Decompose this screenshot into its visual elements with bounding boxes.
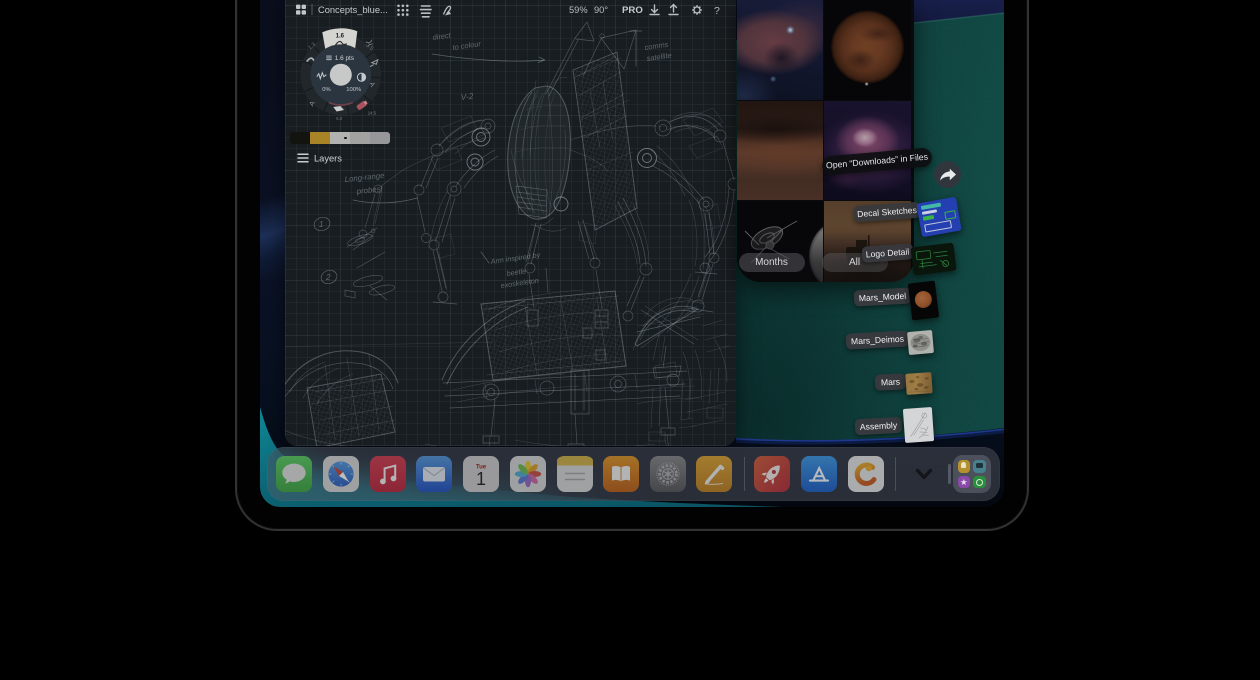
svg-text:6.3: 6.3 xyxy=(336,116,342,121)
svg-text:90°: 90° xyxy=(594,5,608,15)
svg-text:Long-range: Long-range xyxy=(344,171,385,184)
svg-text:1: 1 xyxy=(319,220,323,229)
svg-text:comms: comms xyxy=(644,40,669,52)
svg-text:Arm inspired by: Arm inspired by xyxy=(489,250,541,266)
svg-text:PRO: PRO xyxy=(622,5,643,16)
svg-text:direct: direct xyxy=(432,30,452,42)
svg-text:beetle: beetle xyxy=(506,266,527,278)
svg-text:Concepts_blue...: Concepts_blue... xyxy=(318,5,388,15)
svg-text:exoskeleton: exoskeleton xyxy=(500,276,539,290)
svg-text:2: 2 xyxy=(325,273,331,282)
svg-text:to colour: to colour xyxy=(452,39,482,52)
svg-text:Layers: Layers xyxy=(314,154,342,164)
svg-text:100%: 100% xyxy=(346,87,361,93)
svg-text:59%: 59% xyxy=(569,5,588,15)
svg-text:satellite: satellite xyxy=(646,51,672,63)
svg-text:1: 1 xyxy=(475,469,485,489)
svg-text:1.6 pts: 1.6 pts xyxy=(334,55,353,62)
svg-text:?: ? xyxy=(714,5,720,17)
svg-text:V-2: V-2 xyxy=(460,91,474,102)
svg-text:1.6: 1.6 xyxy=(335,34,344,40)
svg-text:0%: 0% xyxy=(322,87,330,93)
svg-text:14.5: 14.5 xyxy=(367,111,376,116)
